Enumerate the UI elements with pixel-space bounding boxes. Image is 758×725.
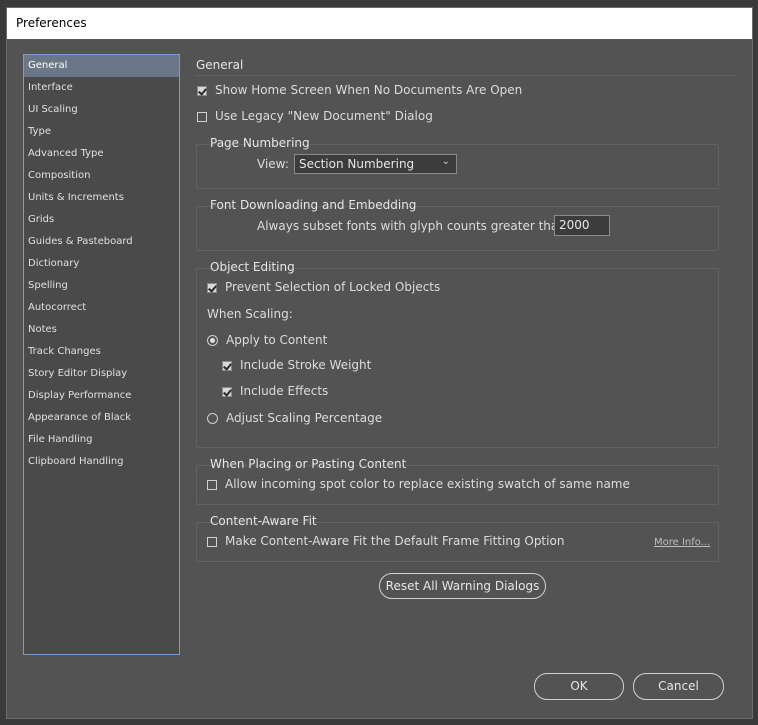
sidebar-item-grids[interactable]: Grids (24, 209, 179, 231)
prevent-locked-checkbox[interactable] (207, 283, 217, 293)
show-home-screen-checkbox[interactable] (197, 86, 207, 96)
apply-to-content-radio[interactable] (207, 335, 218, 346)
legacy-dialog-checkbox[interactable] (197, 112, 207, 122)
when-scaling-label: When Scaling: (207, 307, 293, 321)
object-editing-title: Object Editing (210, 260, 295, 274)
sidebar-item-composition[interactable]: Composition (24, 165, 179, 187)
spot-color-label: Allow incoming spot color to replace exi… (225, 477, 630, 491)
window-title: Preferences (16, 16, 87, 30)
title-bar[interactable]: Preferences (7, 8, 752, 39)
include-stroke-checkbox[interactable] (222, 361, 232, 371)
sidebar-item-notes[interactable]: Notes (24, 319, 179, 341)
content-aware-title: Content-Aware Fit (210, 514, 317, 528)
include-effects-label: Include Effects (240, 384, 329, 398)
sidebar-item-track-changes[interactable]: Track Changes (24, 341, 179, 363)
category-list[interactable]: General Interface UI Scaling Type Advanced T… (23, 54, 180, 655)
adjust-scaling-label: Adjust Scaling Percentage (226, 411, 383, 425)
sidebar-item-advanced-type[interactable]: Advanced Type (24, 143, 179, 165)
include-stroke-label: Include Stroke Weight (240, 358, 372, 372)
placing-title: When Placing or Pasting Content (210, 457, 407, 471)
spot-color-checkbox[interactable] (207, 480, 217, 490)
apply-to-content-label: Apply to Content (226, 333, 328, 347)
view-label: View: (257, 157, 289, 171)
sidebar-item-type[interactable]: Type (24, 121, 179, 143)
heading-divider (196, 75, 736, 76)
more-info-link[interactable]: More Info... (654, 537, 710, 548)
include-effects-checkbox[interactable] (222, 387, 232, 397)
sidebar-item-display-performance[interactable]: Display Performance (24, 385, 179, 407)
cancel-button[interactable]: Cancel (633, 673, 724, 700)
view-dropdown-value: Section Numbering (299, 157, 415, 171)
subset-count-input[interactable]: 2000 (554, 215, 610, 236)
prevent-locked-label: Prevent Selection of Locked Objects (225, 280, 441, 294)
legacy-dialog-label: Use Legacy "New Document" Dialog (215, 109, 433, 123)
sidebar-item-interface[interactable]: Interface (24, 77, 179, 99)
chevron-down-icon: ⌄ (441, 156, 450, 167)
content-aware-checkbox[interactable] (207, 537, 217, 547)
sidebar-item-clipboard-handling[interactable]: Clipboard Handling (24, 451, 179, 473)
sidebar-item-ui-scaling[interactable]: UI Scaling (24, 99, 179, 121)
sidebar-item-autocorrect[interactable]: Autocorrect (24, 297, 179, 319)
sidebar-item-appearance-of-black[interactable]: Appearance of Black (24, 407, 179, 429)
sidebar-item-guides-pasteboard[interactable]: Guides & Pasteboard (24, 231, 179, 253)
sidebar-item-spelling[interactable]: Spelling (24, 275, 179, 297)
general-heading: General (196, 58, 244, 72)
preferences-dialog: Preferences General Interface UI Scaling Ty… (6, 7, 753, 719)
sidebar-item-story-editor-display[interactable]: Story Editor Display (24, 363, 179, 385)
reset-warning-dialogs-button[interactable]: Reset All Warning Dialogs (379, 573, 546, 599)
view-dropdown[interactable]: Section Numbering ⌄ (294, 154, 457, 174)
font-downloading-title: Font Downloading and Embedding (210, 198, 417, 212)
page-numbering-title: Page Numbering (210, 136, 310, 150)
sidebar-item-file-handling[interactable]: File Handling (24, 429, 179, 451)
ok-button[interactable]: OK (534, 673, 624, 700)
show-home-screen-label: Show Home Screen When No Documents Are O… (215, 83, 523, 97)
content-aware-label: Make Content-Aware Fit the Default Frame… (225, 534, 565, 548)
sidebar-item-general[interactable]: General (24, 55, 179, 77)
subset-fonts-label: Always subset fonts with glyph counts gr… (257, 219, 570, 233)
adjust-scaling-radio[interactable] (207, 413, 218, 424)
sidebar-item-dictionary[interactable]: Dictionary (24, 253, 179, 275)
sidebar-item-units-increments[interactable]: Units & Increments (24, 187, 179, 209)
